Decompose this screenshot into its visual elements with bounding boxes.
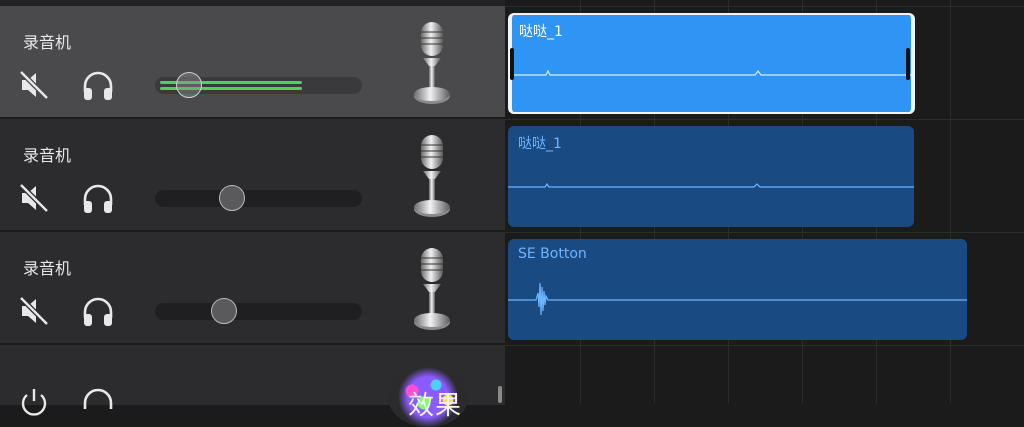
audio-region[interactable]: SE Botton — [508, 239, 967, 340]
headphones-icon — [83, 297, 113, 326]
microphone-icon — [414, 135, 450, 217]
track-header-2[interactable]: 录音机 — [0, 119, 505, 231]
power-button[interactable] — [17, 385, 51, 423]
waveform — [512, 69, 911, 76]
microphone-icon — [414, 248, 450, 330]
headphones-icon — [83, 71, 113, 100]
power-icon — [21, 389, 47, 416]
volume-slider[interactable] — [155, 185, 362, 211]
speaker-muted-icon — [19, 183, 49, 213]
audio-region[interactable]: 哒哒_1 — [508, 126, 914, 227]
region-trim-handle-right[interactable] — [906, 48, 910, 80]
track-headers: 录音机 录音机 录音机 效果 — [0, 6, 505, 427]
audio-region-selected[interactable]: 哒哒_1 — [508, 13, 915, 114]
volume-slider-thumb[interactable] — [176, 72, 202, 98]
row-divider — [505, 345, 1024, 346]
region-trim-handle-left[interactable] — [510, 48, 514, 80]
grid-line — [950, 0, 951, 403]
volume-slider[interactable] — [155, 72, 362, 98]
solo-headphones-button[interactable] — [81, 385, 115, 423]
mute-button[interactable] — [17, 68, 51, 102]
headphones-icon — [83, 184, 113, 213]
row-divider — [505, 232, 1024, 233]
track-name: 录音机 — [23, 259, 72, 278]
scroll-indicator[interactable] — [498, 386, 502, 403]
track-name: 录音机 — [23, 146, 72, 165]
timeline-area[interactable]: 哒哒_1 哒哒_1 SE Botton — [505, 0, 1024, 403]
waveform — [508, 282, 967, 316]
microphone-icon — [414, 22, 450, 104]
mute-button[interactable] — [17, 294, 51, 328]
row-divider — [505, 119, 1024, 120]
volume-slider-thumb[interactable] — [211, 298, 237, 324]
speaker-muted-icon — [19, 70, 49, 100]
headphones-icon — [83, 388, 113, 409]
volume-slider-thumb[interactable] — [219, 185, 245, 211]
solo-headphones-button[interactable] — [81, 181, 115, 215]
waveform — [508, 182, 914, 188]
track-header-1[interactable]: 录音机 — [0, 6, 505, 118]
track-name: 录音机 — [23, 33, 72, 52]
volume-slider[interactable] — [155, 298, 362, 324]
mute-button[interactable] — [17, 181, 51, 215]
solo-headphones-button[interactable] — [81, 68, 115, 102]
solo-headphones-button[interactable] — [81, 294, 115, 328]
fx-label: 效果 — [408, 391, 463, 421]
row-divider — [505, 6, 1024, 7]
speaker-muted-icon — [19, 296, 49, 326]
track-header-3[interactable]: 录音机 — [0, 232, 505, 344]
